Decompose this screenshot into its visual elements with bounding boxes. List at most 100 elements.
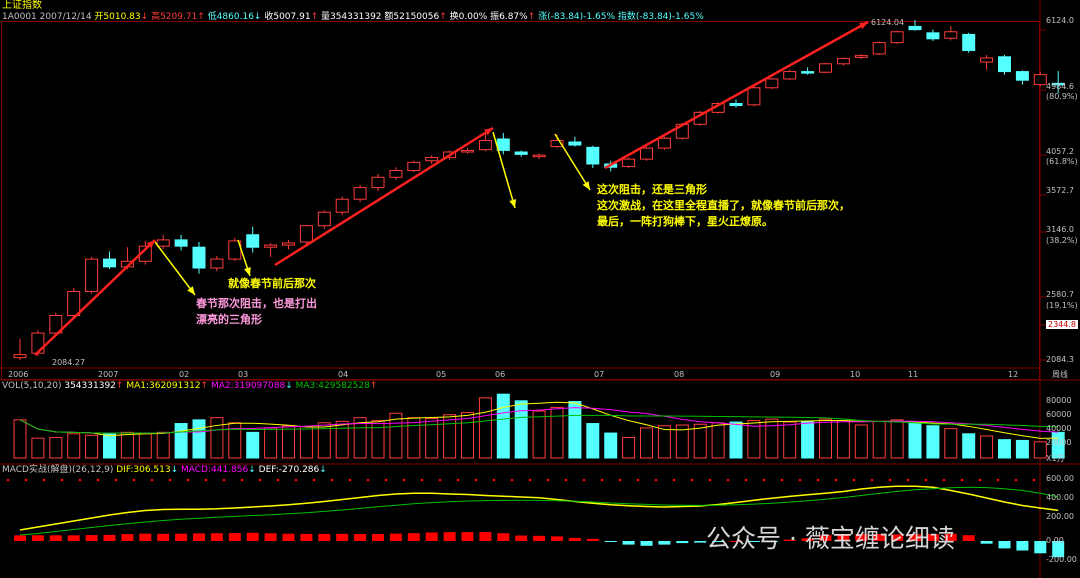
signal-dot [546, 478, 550, 482]
volume-bar [1015, 439, 1029, 459]
y-tick-pct: (61.8%) [1046, 157, 1078, 166]
quote-date: 2007/12/14 [39, 12, 92, 22]
signal-dot [924, 478, 928, 482]
x-tick: 11 [908, 370, 919, 379]
macd-header: MACD实战(解盘)(26,12,9) DIF:306.513↓ MACD:44… [2, 465, 327, 475]
signal-dot [996, 478, 1000, 482]
signal-dot [42, 478, 46, 482]
macd-axis-tick: 400.00 [1046, 493, 1074, 502]
annotation-line: 漂亮的三角形 [196, 313, 262, 326]
candle-body [461, 149, 474, 153]
volume-bar [443, 414, 457, 459]
macd-axis-tick: -200.00 [1046, 555, 1077, 564]
candle-body [908, 25, 922, 31]
macd-title: MACD实战(解盘) [2, 465, 73, 475]
y-tick: 4984.6 [1046, 82, 1074, 91]
volume-bar [765, 418, 779, 459]
candle-body [192, 246, 206, 269]
signal-dot [78, 478, 82, 482]
signal-dot [492, 478, 496, 482]
signal-dot [726, 478, 730, 482]
macd-axis-tick: 600.00 [1046, 474, 1074, 483]
x-tick: 06 [495, 370, 506, 379]
y-tick: 3146.0 [1046, 225, 1074, 234]
volume-bar [31, 437, 45, 459]
x-tick: 12 [1008, 370, 1019, 379]
signal-dot [330, 478, 334, 482]
amount-value: 额52150056 [384, 12, 440, 22]
watermark: 公众号 · 薇宝缠论细读 [706, 524, 955, 553]
macd-bar [318, 533, 331, 541]
annotation-spring-festival: 就像春节前后那次 [228, 277, 316, 290]
signal-dot [366, 478, 370, 482]
trend-arrow [34, 239, 156, 356]
vol-ma3: MA3:429582528 [295, 381, 370, 391]
signal-dot [582, 478, 586, 482]
candle-body [67, 290, 81, 317]
x-tick: 08 [674, 370, 685, 379]
volume-bar [944, 428, 958, 459]
signal-dot [852, 478, 856, 482]
x-tick: 07 [594, 370, 605, 379]
quote-line: 1A0001 2007/12/14 开5010.83↓ 高5209.71↑ 低4… [2, 12, 704, 22]
volume-bar [926, 425, 940, 459]
candle-body [85, 258, 99, 292]
macd-bar [282, 533, 295, 541]
vol-axis-tick: 40000 [1046, 424, 1072, 433]
signal-dot [528, 478, 532, 482]
candle-body [944, 31, 958, 39]
turnover-value: 换0.00% [449, 12, 488, 22]
signal-dot [672, 478, 676, 482]
y-tick: 4057.2 [1046, 147, 1074, 156]
signal-dot [276, 478, 280, 482]
volume-bar [496, 393, 510, 459]
macd-bar [676, 541, 689, 544]
volume-bar [962, 433, 976, 459]
volume-bar [371, 420, 385, 459]
x-tick: 09 [770, 370, 781, 379]
x-tick: 10 [850, 370, 861, 379]
vol-axis-tick: 80000 [1046, 396, 1072, 405]
macd-axis-tick: 0.00 [1046, 536, 1064, 545]
macd-bar [14, 535, 26, 541]
signal-dot [438, 478, 442, 482]
candle-body [532, 154, 546, 158]
macd-bar [551, 536, 563, 541]
macd-bar [389, 533, 402, 541]
pullback-arrow-head [509, 199, 517, 208]
macd-bar [228, 533, 241, 541]
macd-bar [533, 535, 546, 541]
macd-bar [1034, 541, 1047, 554]
volume-bar [192, 419, 206, 459]
volume-bar [103, 433, 116, 459]
macd-bar [962, 535, 975, 541]
volume-bar [210, 417, 224, 459]
vol-header: VOL(5,10,20) 354331392↑ MA1:362091312↑ M… [2, 381, 378, 391]
volume-bar [819, 418, 832, 459]
volume-bar [49, 436, 63, 459]
signal-dot [348, 478, 352, 482]
candle-body [282, 242, 295, 246]
candle-body [317, 211, 331, 227]
close-value: 收5007.91 [264, 12, 311, 22]
x-tick: 2006 [8, 370, 29, 379]
signal-dot [816, 478, 820, 482]
macd-bar [640, 541, 653, 546]
volume-bar [138, 433, 152, 459]
candle-body [586, 146, 600, 165]
signal-dot [744, 478, 748, 482]
macd-bar [372, 534, 384, 541]
index-title: 上证指数 [2, 0, 42, 11]
candle-body [854, 55, 868, 58]
volume-bar [478, 397, 492, 459]
candle-body [425, 157, 439, 162]
macd-bar [85, 535, 98, 541]
macd-bar [479, 532, 492, 541]
macd-bar [103, 534, 116, 541]
volume-bar [407, 417, 421, 459]
macd-bar [175, 533, 188, 541]
candle-body [640, 147, 653, 160]
macd-bar [264, 533, 277, 541]
vol-axis-tick: 60000 [1046, 410, 1072, 419]
signal-dot [114, 478, 118, 482]
